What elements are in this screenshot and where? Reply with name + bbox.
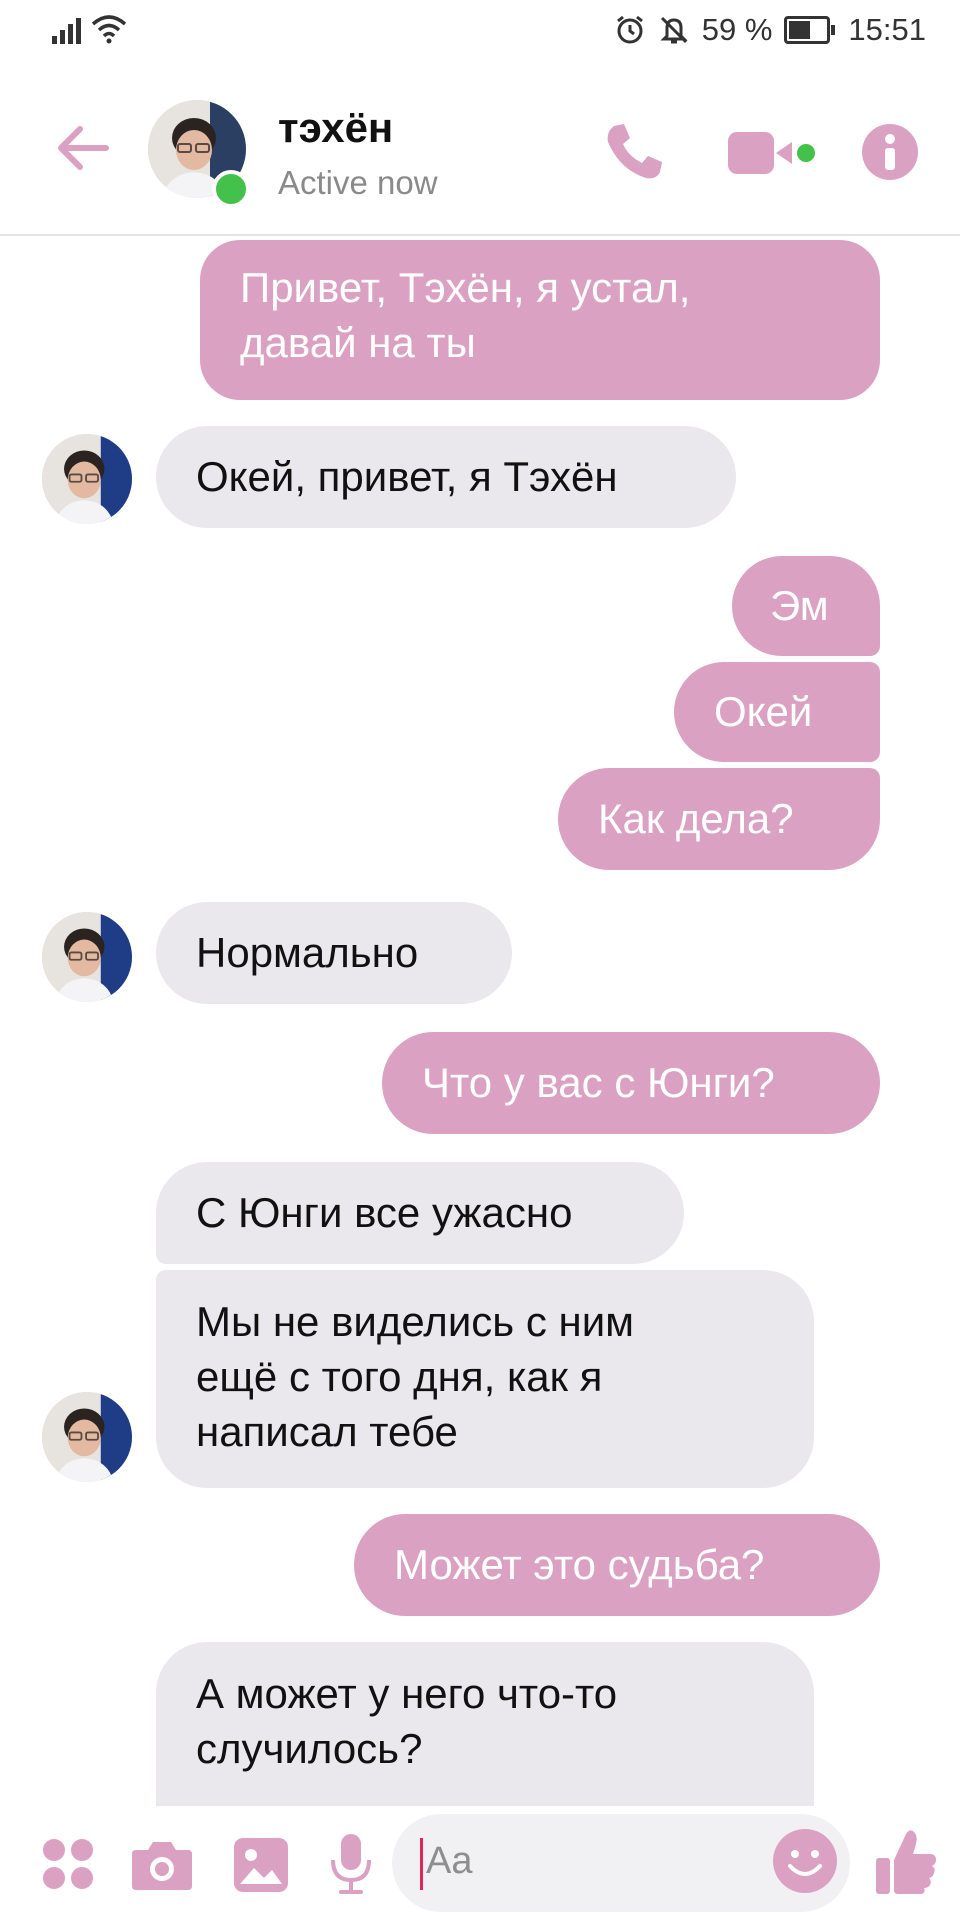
contact-avatar-small	[42, 912, 132, 1002]
message-incoming[interactable]: Нормально	[156, 902, 512, 1004]
battery-percent: 59 %	[701, 12, 773, 47]
emoji-icon[interactable]	[770, 1826, 840, 1896]
video-camera-icon[interactable]	[726, 124, 822, 182]
message-outgoing[interactable]: Может это судьба?	[354, 1514, 880, 1616]
message-incoming[interactable]: Окей, привет, я Тэхён	[156, 426, 736, 528]
contact-avatar-small	[42, 1392, 132, 1482]
message-incoming[interactable]: С Юнги все ужасно	[156, 1162, 684, 1264]
thumbs-up-icon[interactable]	[874, 1826, 938, 1898]
wifi-icon	[91, 15, 127, 44]
active-status: Active now	[278, 164, 438, 201]
contact-name[interactable]: тэхён	[278, 104, 393, 152]
alarm-icon	[616, 15, 643, 44]
message-outgoing[interactable]: Окей	[674, 662, 880, 762]
status-bar: 59 % 15:51	[0, 0, 960, 66]
message-outgoing[interactable]: Привет, Тэхён, я устал, давай на ты	[200, 240, 880, 400]
message-outgoing[interactable]: Эм	[732, 556, 880, 656]
back-arrow-icon[interactable]	[52, 118, 112, 178]
more-apps-icon[interactable]	[40, 1836, 96, 1892]
signal-icon	[52, 14, 81, 44]
message-outgoing[interactable]: Что у вас с Юнги?	[382, 1032, 880, 1134]
info-icon[interactable]	[860, 122, 920, 182]
battery-icon	[784, 16, 836, 44]
clock: 15:51	[848, 12, 926, 47]
conversation-header: тэхён Active now	[0, 66, 960, 236]
message-input[interactable]: Aa	[392, 1814, 850, 1912]
message-incoming[interactable]: Мы не виделись с ним ещё с того дня, как…	[156, 1270, 814, 1488]
online-indicator	[212, 170, 250, 208]
camera-icon[interactable]	[130, 1838, 194, 1892]
bell-off-icon	[660, 16, 688, 44]
message-incoming[interactable]: А может у него что-то случилось?	[156, 1642, 814, 1806]
text-cursor	[420, 1838, 423, 1890]
message-input-placeholder: Aa	[426, 1840, 473, 1882]
image-icon[interactable]	[232, 1836, 290, 1894]
message-composer: Aa	[0, 1806, 960, 1920]
message-list: Привет, Тэхён, я устал, давай на ты Окей…	[0, 236, 960, 1806]
message-outgoing[interactable]: Как дела?	[558, 768, 880, 870]
phone-icon[interactable]	[600, 118, 668, 186]
contact-avatar-small	[42, 434, 132, 524]
microphone-icon[interactable]	[328, 1832, 374, 1896]
